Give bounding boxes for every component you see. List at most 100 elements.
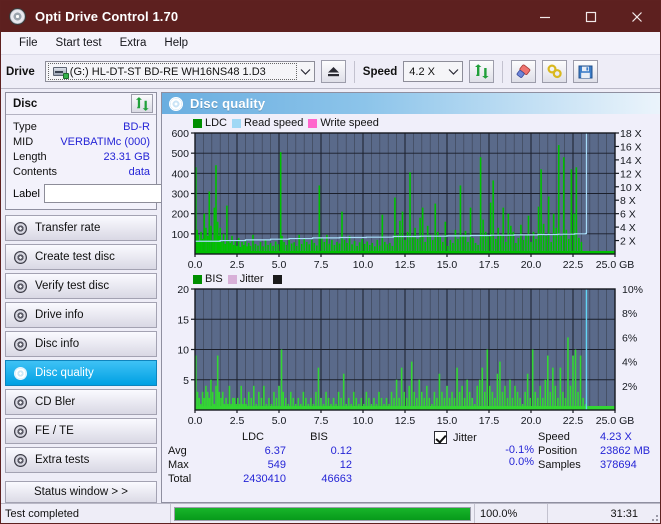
refresh-button[interactable] xyxy=(469,60,495,83)
erase-button[interactable] xyxy=(511,60,537,83)
stats-corner xyxy=(168,431,220,443)
legend-swatch-write-speed xyxy=(308,118,318,128)
svg-text:10 X: 10 X xyxy=(620,182,642,194)
chevron-down-icon[interactable] xyxy=(445,68,462,75)
tools-button[interactable] xyxy=(542,60,568,83)
sidebar-item-label: Drive info xyxy=(35,309,84,321)
sidebar-item-drive-info[interactable]: Drive info xyxy=(5,302,157,328)
menu-start-test[interactable]: Start test xyxy=(47,34,111,52)
toolbar-divider-2 xyxy=(502,60,504,83)
drive-label: Drive xyxy=(6,65,35,78)
disc-icon xyxy=(13,395,28,410)
sidebar-item-extra-tests[interactable]: Extra tests xyxy=(5,447,157,473)
stats-row-max-bis: 12 xyxy=(339,459,352,471)
menu-file[interactable]: File xyxy=(10,34,47,52)
stats-row-avg-key: Avg xyxy=(168,445,187,457)
sidebar-item-label: FE / TE xyxy=(35,425,74,437)
stats-row-avg-bis: 0.12 xyxy=(330,445,352,457)
jitter-max-value: 0.0% xyxy=(508,456,534,468)
speed-select[interactable]: 4.2 X xyxy=(403,61,464,82)
svg-text:18 X: 18 X xyxy=(620,130,642,140)
sidebar-item-label: Extra tests xyxy=(35,454,90,466)
disc-icon xyxy=(13,250,28,265)
disc-field-length-key: Length xyxy=(13,150,47,163)
legend-label-ldc: LDC xyxy=(205,117,228,129)
svg-text:600: 600 xyxy=(171,130,189,140)
sidebar-item-disc-info[interactable]: Disc info xyxy=(5,331,157,357)
stats-area: LDC BIS Avg 6.37 0.12 Max 549 12 Total 2… xyxy=(162,428,660,503)
bis-chart: BIS Jitter 5 10 15 20 2% 4% 6% 8% 10% 0.0 2.5 5.0 7.… xyxy=(162,272,660,428)
svg-text:7.5: 7.5 xyxy=(314,259,329,271)
legend-swatch-bis xyxy=(193,274,202,284)
progress-bar-fill xyxy=(175,507,470,520)
sidebar-item-transfer-rate[interactable]: Transfer rate xyxy=(5,215,157,241)
drive-select[interactable]: (G:) HL-DT-ST BD-RE WH16NS48 1.D3 xyxy=(44,61,315,82)
sidebar-item-label: CD Bler xyxy=(35,396,76,408)
svg-text:10: 10 xyxy=(177,345,189,357)
svg-text:6 X: 6 X xyxy=(620,209,636,221)
speed-label: Speed xyxy=(362,65,398,78)
svg-text:12.5: 12.5 xyxy=(395,415,416,427)
resize-grip[interactable] xyxy=(648,504,660,523)
svg-text:17.5: 17.5 xyxy=(479,259,500,271)
minimize-icon[interactable] xyxy=(522,1,568,32)
position-value: 23862 MB xyxy=(600,445,651,457)
disc-refresh-button[interactable] xyxy=(131,94,153,113)
right-panel: Disc quality LDC Read speed Write speed … xyxy=(161,92,660,503)
svg-text:15: 15 xyxy=(177,314,189,326)
jitter-checkbox[interactable] xyxy=(434,431,447,444)
legend-item-ldc: LDC xyxy=(193,117,227,129)
stats-row-total-ldc: 2430410 xyxy=(243,473,286,485)
disc-field-type-value: BD-R xyxy=(123,120,150,133)
disc-field-type: Type BD-R xyxy=(13,119,150,134)
eject-button[interactable] xyxy=(320,60,346,83)
stats-header-bis: BIS xyxy=(310,431,328,443)
save-button[interactable] xyxy=(573,60,599,83)
svg-text:5.0: 5.0 xyxy=(272,259,287,271)
svg-text:300: 300 xyxy=(171,189,189,201)
disc-icon xyxy=(13,221,28,236)
legend-marker-box xyxy=(272,274,282,284)
samples-value: 378694 xyxy=(600,459,637,471)
position-key: Position xyxy=(538,445,578,457)
disc-info-header: Disc xyxy=(6,93,156,115)
legend-item-jitter: Jitter xyxy=(227,273,264,285)
stats-grid: LDC BIS Avg 6.37 0.12 Max 549 12 Total 2… xyxy=(168,431,418,485)
sidebar-nav: Transfer rate Create test disc Verify te… xyxy=(5,215,157,473)
legend-label-bis: BIS xyxy=(205,273,223,285)
svg-text:10.0: 10.0 xyxy=(353,259,374,271)
sidebar-item-fe-te[interactable]: FE / TE xyxy=(5,418,157,444)
chevron-down-icon[interactable] xyxy=(297,68,314,75)
disc-field-type-key: Type xyxy=(13,120,37,133)
stats-table: LDC BIS Avg 6.37 0.12 Max 549 12 Total 2… xyxy=(168,431,418,499)
sidebar-item-disc-quality[interactable]: Disc quality xyxy=(5,360,157,386)
svg-text:12.5: 12.5 xyxy=(395,259,416,271)
app-window: Opti Drive Control 1.70 File Start test … xyxy=(0,0,661,524)
stats-header-ldc: LDC xyxy=(241,431,264,443)
toolbar-divider xyxy=(353,60,355,83)
close-icon[interactable] xyxy=(614,1,660,32)
sidebar-item-verify-test-disc[interactable]: Verify test disc xyxy=(5,273,157,299)
stats-row-avg-ldc: 6.37 xyxy=(264,445,286,457)
legend-swatch-read-speed xyxy=(232,118,242,128)
panel-header: Disc quality xyxy=(162,93,660,114)
menu-extra[interactable]: Extra xyxy=(111,34,156,52)
svg-text:20.0: 20.0 xyxy=(521,415,542,427)
status-window-button[interactable]: Status window > > xyxy=(5,481,157,503)
sidebar-item-label: Create test disc xyxy=(35,251,115,263)
svg-text:5.0: 5.0 xyxy=(272,415,287,427)
maximize-icon[interactable] xyxy=(568,1,614,32)
sidebar-item-create-test-disc[interactable]: Create test disc xyxy=(5,244,157,270)
disc-field-mid-key: MID xyxy=(13,135,34,148)
sidebar-item-cd-bler[interactable]: CD Bler xyxy=(5,389,157,415)
menu-help[interactable]: Help xyxy=(155,34,197,52)
disc-icon xyxy=(13,308,28,323)
main-content: Disc Type BD-R MID VERBATIMc (000) Lengt… xyxy=(1,89,660,503)
svg-text:4 X: 4 X xyxy=(620,222,636,234)
stats-row-max-ldc: 549 xyxy=(267,459,286,471)
disc-info-box: Disc Type BD-R MID VERBATIMc (000) Lengt… xyxy=(5,92,247,210)
progress-percent: 100.0% xyxy=(474,504,548,523)
svg-text:8%: 8% xyxy=(622,308,637,320)
svg-text:4%: 4% xyxy=(622,357,637,369)
svg-text:2.5: 2.5 xyxy=(230,259,245,271)
